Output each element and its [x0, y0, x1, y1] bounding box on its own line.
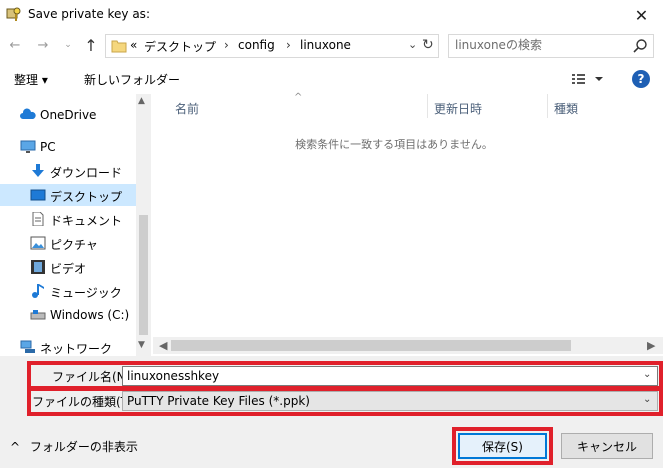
breadcrumb-separator[interactable]: ›: [286, 38, 291, 52]
search-input[interactable]: [455, 38, 625, 52]
filename-input[interactable]: [127, 369, 627, 383]
sidebar-item-music[interactable]: ミュージック: [0, 280, 136, 302]
sidebar-item-pc[interactable]: PC: [0, 136, 136, 158]
breadcrumb-overflow[interactable]: «: [130, 38, 137, 52]
sort-ascending-icon: ^: [294, 92, 303, 103]
scrollbar-thumb[interactable]: [139, 215, 148, 335]
filename-combobox[interactable]: ⌄: [122, 366, 658, 386]
organize-button[interactable]: 整理 ▾: [14, 71, 48, 88]
file-list: 名前 ^ 更新日時 種類 検索条件に一致する項目はありません。: [153, 92, 663, 356]
column-divider[interactable]: [427, 94, 428, 118]
arrow-right-icon: →: [37, 37, 49, 53]
sidebar-item-label: ミュージック: [50, 286, 122, 300]
scroll-down-icon[interactable]: ▼: [138, 340, 145, 350]
scroll-up-icon[interactable]: ▲: [138, 96, 145, 106]
drive-icon: [30, 310, 46, 320]
sidebar-item-label: デスクトップ: [50, 190, 123, 204]
save-button[interactable]: 保存(S): [458, 433, 547, 459]
address-bar[interactable]: « デスクトップ › config › linuxone ⌄ ↻: [105, 34, 439, 58]
breadcrumb-desktop[interactable]: デスクトップ: [144, 38, 216, 55]
sidebar-item-onedrive[interactable]: OneDrive: [0, 104, 136, 126]
hide-folders-label: フォルダーの非表示: [29, 440, 138, 454]
sidebar-item-label: ドキュメント: [50, 214, 123, 228]
close-button[interactable]: ✕: [620, 0, 663, 30]
chevron-down-icon: ⌄: [64, 40, 72, 50]
filetype-select[interactable]: PuTTY Private Key Files (*.ppk) ⌄: [122, 391, 658, 411]
new-folder-button[interactable]: 新しいフォルダー: [84, 71, 180, 88]
arrow-left-icon: ←: [9, 37, 21, 53]
filetype-value: PuTTY Private Key Files (*.ppk): [127, 394, 310, 408]
sidebar-item-videos[interactable]: ビデオ: [0, 256, 136, 278]
column-header-name[interactable]: 名前: [175, 100, 199, 117]
scroll-left-icon[interactable]: ◀: [159, 339, 167, 352]
sidebar-item-network[interactable]: ネットワーク: [0, 336, 136, 356]
help-button[interactable]: ?: [632, 70, 650, 88]
search-icon[interactable]: [632, 38, 648, 54]
sidebar-item-downloads[interactable]: ダウンロード: [0, 160, 136, 182]
address-dropdown-icon[interactable]: ⌄: [408, 38, 417, 51]
sidebar-item-label: ダウンロード: [50, 166, 123, 180]
forward-button[interactable]: →: [32, 34, 54, 56]
up-button[interactable]: ↑: [80, 34, 102, 56]
breadcrumb-separator[interactable]: ›: [224, 38, 229, 52]
hide-folders-button[interactable]: ^ フォルダーの非表示: [10, 438, 138, 455]
pictures-icon: [30, 236, 46, 250]
folder-icon: [111, 40, 127, 53]
chevron-down-icon[interactable]: ⌄: [643, 369, 651, 380]
sidebar-item-label: PC: [40, 140, 56, 154]
video-icon: [31, 260, 45, 274]
chevron-down-icon[interactable]: ⌄: [643, 394, 651, 405]
scrollbar-thumb[interactable]: [171, 340, 571, 351]
document-icon: [32, 212, 44, 226]
sidebar-item-desktop[interactable]: デスクトップ: [0, 184, 136, 206]
desktop-icon: [30, 189, 46, 201]
network-icon: [20, 340, 35, 353]
navigation-pane: OneDrive PC ダウンロード デスクトップ ドキュメント ピクチャ ビデ…: [0, 94, 150, 356]
back-button[interactable]: ←: [4, 34, 26, 56]
sidebar-item-label: ピクチャ: [50, 238, 98, 252]
recent-locations-button[interactable]: ⌄: [60, 36, 76, 54]
search-box[interactable]: [448, 34, 654, 58]
column-header-type[interactable]: 種類: [554, 100, 578, 117]
sidebar-item-label: Windows (C:): [50, 308, 130, 322]
view-options-icon[interactable]: [570, 70, 604, 88]
close-icon: ✕: [634, 5, 649, 25]
horizontal-scrollbar[interactable]: ◀ ▶: [153, 337, 663, 354]
refresh-icon[interactable]: ↻: [422, 37, 434, 53]
column-divider[interactable]: [547, 94, 548, 118]
putty-key-icon: [6, 7, 21, 21]
sidebar-item-windows-c[interactable]: Windows (C:): [0, 304, 136, 326]
window-title: Save private key as:: [28, 7, 150, 21]
chevron-up-icon: ^: [10, 440, 21, 454]
arrow-up-icon: ↑: [84, 35, 98, 55]
column-header-date[interactable]: 更新日時: [434, 100, 482, 117]
scroll-right-icon[interactable]: ▶: [647, 339, 655, 352]
toolbar: 整理 ▾ 新しいフォルダー ?: [0, 66, 663, 92]
music-icon: [32, 284, 44, 298]
sidebar-item-documents[interactable]: ドキュメント: [0, 208, 136, 230]
cloud-icon: [20, 108, 36, 119]
cancel-button[interactable]: キャンセル: [561, 433, 653, 459]
sidebar-item-label: OneDrive: [40, 108, 97, 122]
breadcrumb-linuxone[interactable]: linuxone: [300, 38, 351, 52]
computer-icon: [20, 140, 36, 153]
download-icon: [32, 164, 44, 177]
sidebar-item-label: ネットワーク: [40, 342, 113, 356]
empty-message: 検索条件に一致する項目はありません。: [295, 138, 493, 151]
sidebar-item-label: ビデオ: [50, 262, 87, 276]
title-bar: Save private key as: ✕: [0, 0, 663, 30]
sidebar-item-pictures[interactable]: ピクチャ: [0, 232, 136, 254]
breadcrumb-config[interactable]: config: [238, 38, 275, 52]
